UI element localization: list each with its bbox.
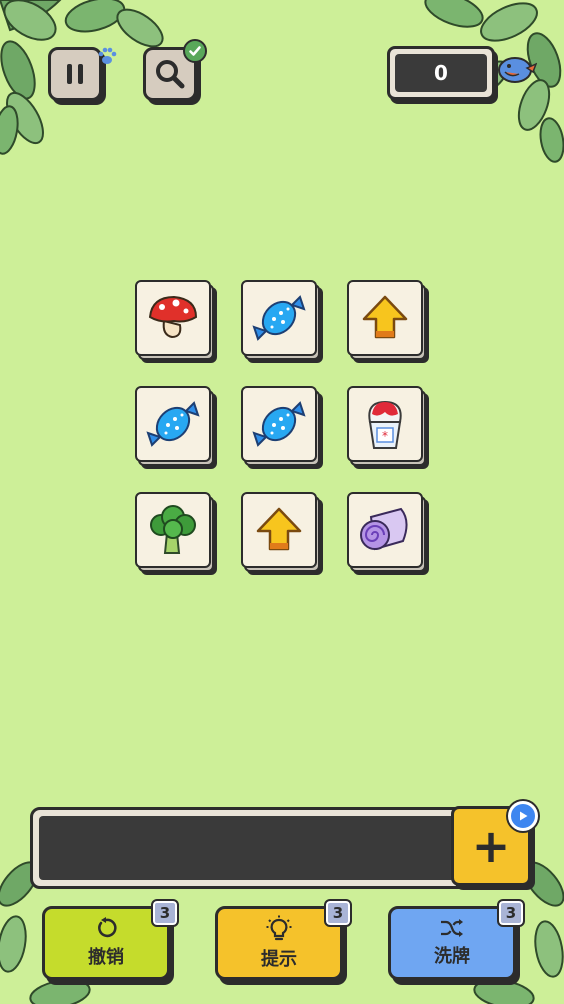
blue-candy-icon [146,401,200,447]
plus-icon: + [471,819,511,873]
bird-icon [498,57,537,83]
score-display: 0 [387,46,495,100]
shuffle-label: 洗牌 [434,946,470,967]
check-badge-icon [183,39,207,63]
undo-label: 撤销 [88,947,124,968]
pause-icon [67,64,83,84]
svg-text:*: * [382,429,388,443]
video-play-icon [508,801,538,831]
tile-blue-candy[interactable] [241,280,323,363]
tile-blue-candy[interactable] [241,386,323,469]
pause-button[interactable] [48,47,102,101]
yellow-arrow-cookie-icon [256,507,302,551]
tile-purple-roll-cake[interactable] [347,492,429,575]
hint-count-badge: 3 [324,899,352,927]
shuffle-icon [441,919,463,937]
hint-label: 提示 [261,949,297,970]
tile-shaved-ice-cup[interactable]: * [347,386,429,469]
undo-count-badge: 3 [151,899,179,927]
mushroom-icon [148,295,198,339]
magnifier-icon [156,60,185,89]
purple-roll-cake-icon [360,507,408,551]
broccoli-icon [150,505,196,554]
undo-icon [98,917,117,938]
yellow-arrow-cookie-icon [362,295,408,339]
blue-candy-icon [252,295,306,341]
blue-candy-icon [252,401,306,447]
score-value: 0 [395,54,487,92]
shaved-ice-cup-icon: * [368,400,402,449]
tile-yellow-arrow-cookie[interactable] [347,280,429,363]
tile-mushroom[interactable] [135,280,217,363]
paw-icon [98,47,117,64]
shuffle-count-badge: 3 [497,899,525,927]
tile-yellow-arrow-cookie[interactable] [241,492,323,575]
tray-slots [39,816,501,880]
lightbulb-icon [266,915,292,941]
tile-blue-candy[interactable] [135,386,217,469]
tile-broccoli[interactable] [135,492,217,575]
tile-tray [30,807,510,889]
